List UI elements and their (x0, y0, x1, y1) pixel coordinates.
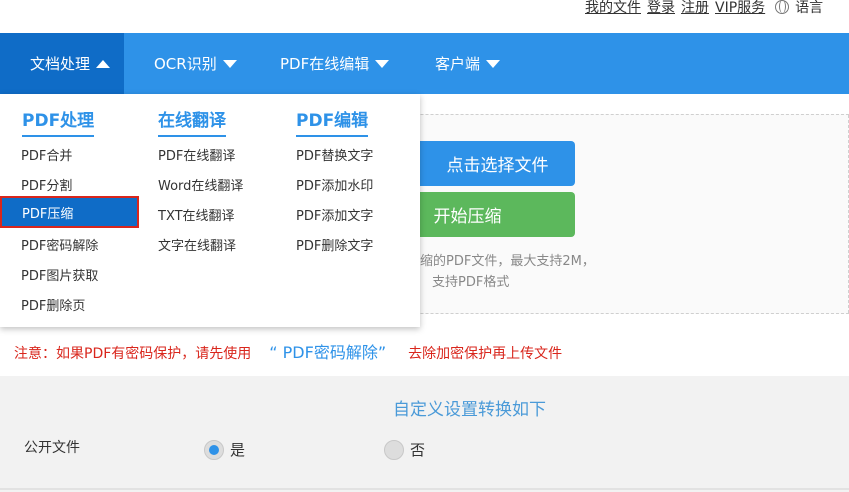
menu-text-translate[interactable]: 文字在线翻译 (158, 235, 236, 254)
upload-hint: 缩的PDF文件，最大支持2M， (420, 254, 595, 269)
globe-icon[interactable] (775, 0, 790, 14)
vip-link[interactable]: VIP服务 (715, 0, 765, 17)
login-link[interactable]: 登录 (647, 0, 675, 17)
notice-prefix: 注意：如果PDF有密码保护，请先使用 (14, 346, 252, 362)
radio-checked-icon[interactable] (204, 439, 224, 460)
menu-pdf-merge[interactable]: PDF合并 (21, 145, 72, 164)
menu-heading-pdf-edit: PDF编辑 (296, 106, 369, 137)
nav-pdf-edit[interactable]: PDF在线编辑 (280, 33, 390, 94)
menu-pdf-split[interactable]: PDF分割 (21, 175, 72, 194)
menu-pdf-add-watermark[interactable]: PDF添加水印 (296, 175, 373, 194)
nav-label: OCR识别 (154, 55, 217, 73)
menu-pdf-replace-text[interactable]: PDF替换文字 (296, 145, 373, 164)
nav-label: 文档处理 (30, 55, 91, 73)
pdf-unlock-link[interactable]: “ PDF密码解除” (269, 339, 386, 363)
upload-format-hint: 支持PDF格式 (432, 275, 510, 290)
nav-client[interactable]: 客户端 (435, 33, 501, 94)
menu-pdf-extract-images[interactable]: PDF图片获取 (21, 265, 98, 284)
register-link[interactable]: 注册 (681, 0, 709, 17)
public-no-option[interactable]: 否 (384, 439, 425, 460)
notice-suffix: 去除加密保护再上传文件 (408, 346, 563, 362)
public-file-label: 公开文件 (24, 440, 80, 456)
menu-pdf-unlock[interactable]: PDF密码解除 (21, 235, 98, 254)
main-nav: 文档处理 OCR识别 PDF在线编辑 客户端 (0, 33, 849, 94)
settings-panel (0, 376, 849, 492)
public-yes-option[interactable]: 是 (204, 439, 245, 460)
caret-down-icon (486, 59, 501, 68)
nav-ocr[interactable]: OCR识别 (154, 33, 237, 94)
menu-pdf-translate[interactable]: PDF在线翻译 (158, 145, 235, 164)
password-notice: 注意：如果PDF有密码保护，请先使用 “ PDF密码解除” 去除加密保护再上传文… (14, 339, 562, 363)
user-links: 我的文件 登录 注册 VIP服务 语言 (585, 0, 823, 19)
caret-up-icon (96, 59, 111, 68)
divider (0, 488, 849, 490)
menu-heading-online-translate: 在线翻译 (158, 106, 226, 137)
radio-label-yes: 是 (230, 441, 246, 459)
radio-unchecked-icon[interactable] (384, 439, 404, 460)
settings-title: 自定义设置转换如下 (393, 400, 546, 420)
nav-label: 客户端 (435, 55, 481, 73)
menu-pdf-delete-pages[interactable]: PDF删除页 (21, 295, 85, 314)
radio-label-no: 否 (410, 441, 426, 459)
caret-down-icon (222, 59, 237, 68)
menu-pdf-add-text[interactable]: PDF添加文字 (296, 205, 373, 224)
language-link[interactable]: 语言 (795, 0, 823, 17)
menu-heading-pdf-processing: PDF处理 (22, 106, 95, 137)
menu-pdf-delete-text[interactable]: PDF删除文字 (296, 235, 373, 254)
menu-txt-translate[interactable]: TXT在线翻译 (158, 205, 235, 224)
menu-pdf-compress[interactable]: PDF压缩 (0, 196, 139, 228)
menu-word-translate[interactable]: Word在线翻译 (158, 175, 243, 194)
caret-down-icon (375, 59, 390, 68)
nav-label: PDF在线编辑 (280, 55, 370, 73)
my-files-link[interactable]: 我的文件 (585, 0, 641, 17)
nav-document-processing[interactable]: 文档处理 (0, 33, 124, 94)
